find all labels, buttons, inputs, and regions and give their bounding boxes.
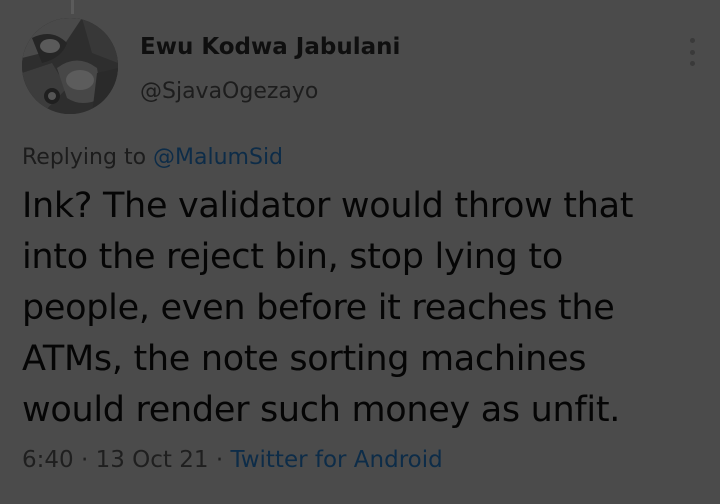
tweet-metadata: 6:40 · 13 Oct 21 · Twitter for Android — [22, 444, 443, 476]
tweet-time[interactable]: 6:40 — [22, 447, 74, 473]
avatar[interactable] — [22, 18, 118, 114]
tweet-text-line: would render such money as unfit. — [22, 390, 621, 430]
thread-connector-line — [71, 0, 74, 14]
tweet-text-line: Ink? The validator would throw that — [22, 186, 634, 226]
ellipsis-dot — [689, 49, 695, 55]
tweet-text: Ink? The validator would throw that into… — [22, 181, 702, 436]
ellipsis-dot — [689, 61, 695, 66]
replying-prefix: Replying to — [22, 145, 147, 170]
replying-to-line: Replying to @MalumSid — [22, 143, 283, 173]
avatar-photo — [22, 18, 118, 114]
tweet-text-line: ATMs, the note sorting machines — [22, 339, 587, 379]
tweet-text-line: into the reject bin, stop lying to — [22, 237, 563, 277]
tweet-source-link[interactable]: Twitter for Android — [230, 447, 442, 473]
reply-mention-link[interactable]: @MalumSid — [153, 145, 283, 170]
vertical-ellipsis-icon — [689, 38, 695, 43]
meta-separator: · — [215, 447, 224, 473]
tweet-text-line: people, even before it reaches the — [22, 288, 615, 328]
author-handle[interactable]: @SjavaOgezayo — [140, 78, 318, 106]
meta-separator: · — [80, 447, 89, 473]
tweet-date[interactable]: 13 Oct 21 — [96, 447, 209, 473]
author-display-name[interactable]: Ewu Kodwa Jabulani — [140, 32, 400, 62]
more-options-button[interactable] — [680, 36, 704, 68]
